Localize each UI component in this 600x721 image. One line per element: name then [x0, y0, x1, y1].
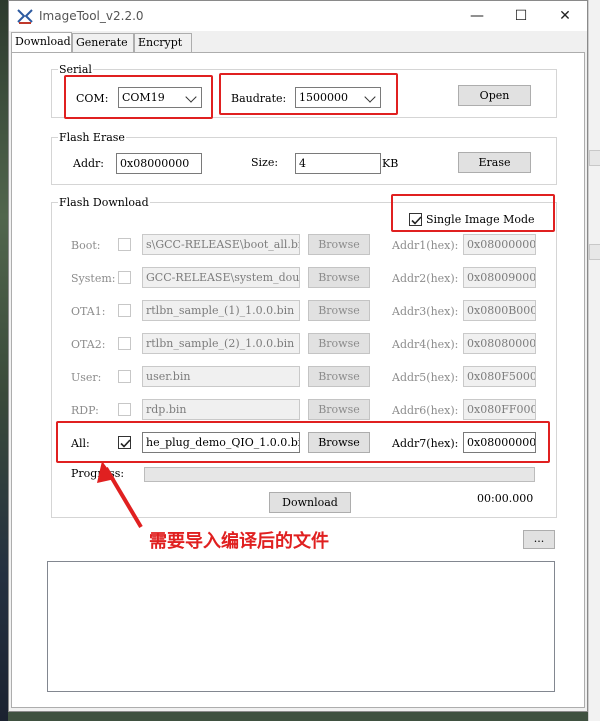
- desktop-background-left: [0, 0, 8, 721]
- annotation-text: 需要导入编译后的文件: [149, 531, 329, 552]
- background-window-right: [588, 0, 600, 721]
- background-tab: [589, 244, 600, 260]
- background-tab: [589, 150, 600, 166]
- annotation-arrow-icon: [97, 461, 143, 529]
- imagetool-window: ImageTool_v2.2.0 — ☐ ✕ Download Generate…: [8, 0, 588, 712]
